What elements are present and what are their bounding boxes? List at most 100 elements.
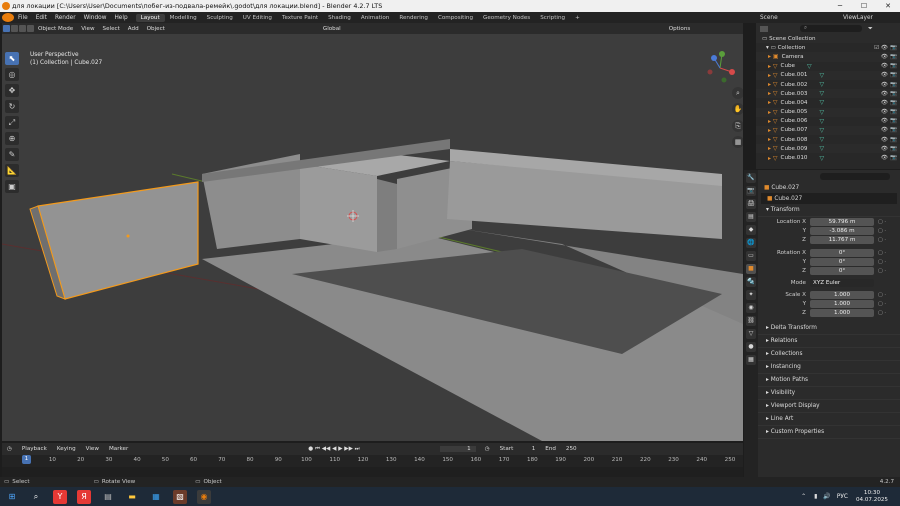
physics-tab-icon[interactable]: ◉ [746,303,756,313]
select-extend-icon[interactable] [11,25,18,32]
blender-menu-icon[interactable] [2,13,14,22]
pan-hand-icon[interactable]: ✋ [732,103,743,115]
render-visibility-icon[interactable]: 📷 [890,100,897,106]
outliner-item[interactable]: ▸ ▽ Cube ▽ 👁 📷 [756,62,900,71]
yandex-icon[interactable]: Я [77,489,91,504]
language-indicator[interactable]: РУС [837,494,848,500]
view-menu[interactable]: View [77,26,98,32]
blender-taskbar-icon[interactable]: ◉ [197,489,211,504]
visibility-icon[interactable]: 👁 [881,91,888,97]
minimize-icon[interactable]: ─ [828,0,852,12]
object-tab-icon[interactable]: ■ [746,264,756,274]
outliner-item[interactable]: ▸ ▽ Cube.007 ▽ 👁 📷 [756,125,900,136]
render-tab-icon[interactable]: 📷 [746,186,756,196]
measure-tool-icon[interactable]: 📐 [5,164,19,177]
render-visibility-icon[interactable]: 📷 [890,118,897,124]
menu-edit[interactable]: Edit [32,15,51,21]
render-visibility-icon[interactable]: 📷 [890,82,897,88]
visibility-icon[interactable]: 👁 [881,118,888,124]
modifiers-tab-icon[interactable]: 🔩 [746,277,756,287]
rotation-y-field[interactable]: 0° [810,257,874,266]
timeline-track[interactable] [2,467,743,477]
workspace-tab-sculpting[interactable]: Sculpting [202,14,238,22]
microsoft-store-icon[interactable]: ▦ [149,490,163,504]
view-layer-selector[interactable]: ViewLayer [843,15,873,21]
workspace-tab-shading[interactable]: Shading [323,14,356,22]
outliner-search-input[interactable]: ⌕ [800,25,862,32]
visibility-icon[interactable]: 👁 [881,54,888,60]
object-name-field[interactable]: ■ Cube.027 [761,193,897,204]
folder-icon[interactable]: ▬ [125,490,139,504]
object-menu[interactable]: Object [143,26,169,32]
location-z-field[interactable]: 11.767 m [810,235,874,244]
outliner-item[interactable]: ▸ ▣ Camera 👁 📷 [756,52,900,62]
add-menu[interactable]: Add [124,26,143,32]
scale-z-field[interactable]: 1.000 [810,308,874,317]
particles-tab-icon[interactable]: ✦ [746,290,756,300]
workspace-tab-modelling[interactable]: Modelling [165,14,202,22]
visibility-icon[interactable]: 👁 [881,63,888,69]
windows-start-icon[interactable]: ⊞ [5,490,19,504]
search-icon[interactable]: ⌕ [29,490,43,504]
zoom-icon[interactable]: ⌕ [732,87,743,99]
workspace-tab-rendering[interactable]: Rendering [394,14,433,22]
workspace-tab-texture-paint[interactable]: Texture Paint [277,14,323,22]
material-tab-icon[interactable]: ● [746,342,756,352]
section-instancing[interactable]: ▸ Instancing [758,361,900,374]
data-tab-icon[interactable]: ▽ [746,329,756,339]
editor-type-icon[interactable]: ◷ [2,446,17,452]
current-frame-field[interactable]: 1 [439,446,476,452]
select-intersect-icon[interactable] [27,25,34,32]
app-icon[interactable]: ▧ [173,489,187,504]
section-relations[interactable]: ▸ Relations [758,335,900,348]
visibility-icon[interactable]: 👁 [881,146,888,152]
transform-tool-icon[interactable]: ⊕ [5,132,19,145]
volume-icon[interactable]: 🔊 [823,493,830,500]
outliner-item[interactable]: ▸ ▽ Cube.001 ▽ 👁 📷 [756,70,900,80]
properties-search-input[interactable] [820,172,890,180]
start-frame-field[interactable]: 1 [518,446,540,452]
rotation-z-field[interactable]: 0° [810,266,874,275]
outliner-item[interactable]: ▸ ▽ Cube.006 ▽ 👁 📷 [756,117,900,126]
close-icon[interactable]: ✕ [876,0,900,12]
section-line-art[interactable]: ▸ Line Art [758,413,900,426]
scale-y-field[interactable]: 1.000 [810,299,874,308]
rotation-x-field[interactable]: 0° [810,248,874,257]
add-cube-tool-icon[interactable]: ▣ [5,180,19,193]
workspace-tab-add[interactable]: + [570,14,585,22]
network-icon[interactable]: ▮ [814,493,817,500]
render-visibility-icon[interactable]: 📷 [890,137,897,143]
section-delta-transform[interactable]: ▸ Delta Transform [758,322,900,335]
workspace-tab-scripting[interactable]: Scripting [535,14,570,22]
rotate-tool-icon[interactable]: ↻ [5,100,19,113]
ortho-grid-icon[interactable]: ▦ [732,136,743,148]
scene-tab-icon[interactable]: ◆ [746,225,756,235]
visibility-icon[interactable]: 👁 [881,137,888,143]
camera-view-icon[interactable]: ⎘ [732,120,743,132]
cursor-tool-icon[interactable]: ◎ [5,68,19,81]
outliner-item[interactable]: ▸ ▽ Cube.002 ▽ 👁 📷 [756,80,900,89]
scale-x-field[interactable]: 1.000 [810,290,874,299]
visibility-icon[interactable]: 👁 [881,127,888,133]
playback-controls[interactable]: ● ⏮ ◀◀ ◀ ▶ ▶▶ ⏭ [303,446,364,453]
section-collections[interactable]: ▸ Collections [758,348,900,361]
collection-tab-icon[interactable]: ▭ [746,251,756,261]
outliner-item[interactable]: ▸ ▽ Cube.005 ▽ 👁 📷 [756,107,900,117]
render-visibility-icon[interactable]: 📷 [890,109,897,115]
section-motion-paths[interactable]: ▸ Motion Paths [758,374,900,387]
workspace-tab-compositing[interactable]: Compositing [433,14,478,22]
world-tab-icon[interactable]: 🌐 [746,238,756,248]
clock[interactable]: 10:30 04.07.2025 [856,490,888,504]
timeline-ruler[interactable]: 1102030405060708090100110120130140150160… [2,455,743,467]
view-layer-tab-icon[interactable]: ▤ [746,212,756,222]
options-dropdown[interactable]: Options [665,26,695,32]
render-visibility-icon[interactable]: 📷 [890,91,897,97]
visibility-icon[interactable]: 👁 [881,72,888,78]
workspace-tab-geometry-nodes[interactable]: Geometry Nodes [478,14,535,22]
menu-window[interactable]: Window [80,15,111,21]
keying-menu[interactable]: Keying [52,446,81,452]
transform-section[interactable]: ▾ Transform [758,204,900,217]
select-menu[interactable]: Select [99,26,124,32]
editor-type-icon[interactable] [760,25,768,32]
visibility-icon[interactable]: 👁 [881,109,888,115]
